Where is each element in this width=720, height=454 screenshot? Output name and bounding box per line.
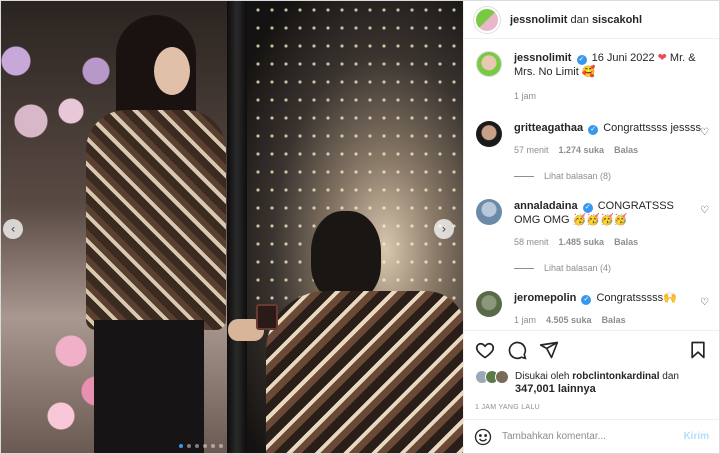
woman-skirt [94, 320, 204, 453]
comment-username[interactable]: annaladaina [514, 200, 578, 212]
avatar[interactable] [476, 291, 502, 317]
comment-text: Congrattssss jessss [603, 122, 702, 134]
comment-body: annaladaina ✓ CONGRATSSS OMG OMG 🥳🥳🥳🥳 58… [514, 199, 702, 249]
comment-item: annaladaina ✓ CONGRATSSS OMG OMG 🥳🥳🥳🥳 58… [476, 199, 709, 249]
carousel-dot [187, 444, 191, 448]
woman-figure [76, 15, 226, 453]
comment-likes[interactable]: 1.485 suka [559, 235, 605, 249]
caption-username[interactable]: jessnolimit [514, 52, 571, 64]
reply-button[interactable]: Balas [602, 313, 626, 327]
coauthor-username[interactable]: siscakohl [592, 14, 642, 26]
kneeling-man-figure [228, 211, 463, 453]
woman-batik-top [86, 110, 226, 330]
post-authors: jessnolimit dan siscakohl [510, 14, 642, 26]
comment-time: 58 menit [514, 237, 549, 247]
likes-text: Disukai oleh robclintonkardinal dan 347,… [515, 370, 679, 396]
avatar[interactable] [476, 199, 502, 225]
post-side-panel: jessnolimit dan siscakohl jessnolimit ✓ … [463, 1, 719, 453]
replies-divider [514, 267, 534, 269]
carousel-next-button[interactable]: › [434, 219, 454, 239]
view-replies[interactable]: Lihat balasan (4) [514, 263, 709, 273]
comment-body: gritteagathaa ✓ Congrattssss jessss 57 m… [514, 121, 702, 157]
comment-composer: Kirim [464, 419, 719, 453]
verified-icon: ✓ [588, 125, 599, 135]
likes-count[interactable]: 347,001 lainnya [515, 383, 596, 395]
comment-meta: 58 menit 1.485 suka Balas [514, 235, 702, 249]
caption-body: jessnolimit ✓ 16 Juni 2022 ❤ Mr. & Mrs. … [514, 51, 702, 103]
comment-text: Congratsssss🙌 [596, 292, 677, 304]
comment-meta: 1 jam 4.505 suka Balas [514, 313, 702, 327]
avatar[interactable] [476, 121, 502, 147]
man-batik-shirt [266, 291, 463, 453]
view-replies[interactable]: Lihat balasan (8) [514, 171, 709, 181]
comment-meta: 57 menit 1.274 suka Balas [514, 143, 702, 157]
emoji-icon[interactable] [474, 428, 492, 446]
collab-avatar[interactable] [474, 6, 500, 33]
post-photo[interactable]: ‹ › [1, 1, 463, 453]
post-comment-button[interactable]: Kirim [683, 431, 709, 442]
comments-list[interactable]: jessnolimit ✓ 16 Juni 2022 ❤ Mr. & Mrs. … [464, 39, 719, 330]
verified-icon: ✓ [582, 203, 593, 213]
comment-heart-icon[interactable]: ♡ [700, 127, 709, 138]
likes-summary: Disukai oleh robclintonkardinal dan 347,… [464, 368, 719, 396]
caption-meta: 1 jam [514, 89, 702, 103]
carousel-dot [203, 444, 207, 448]
comment-heart-icon[interactable]: ♡ [700, 297, 709, 308]
action-bar [464, 330, 719, 368]
post-timestamp: 1 JAM YANG LALU [475, 404, 540, 411]
window-frame [227, 1, 247, 453]
man-head [311, 211, 381, 301]
comment-time: 1 jam [514, 315, 537, 325]
post-header: jessnolimit dan siscakohl [464, 1, 719, 39]
caption-date: 16 Juni 2022 [591, 52, 655, 64]
instagram-post-window: ‹ › jessnolimit dan siscakohl jessnolimi… [0, 0, 720, 454]
replies-divider [514, 175, 534, 177]
comment-input[interactable] [502, 431, 684, 442]
carousel-dot [195, 444, 199, 448]
comment-item: jeromepolin ✓ Congratsssss🙌 1 jam 4.505 … [476, 291, 709, 327]
carousel-dot [219, 444, 223, 448]
likes-prefix: Disukai oleh [515, 371, 573, 382]
author-username[interactable]: jessnolimit [510, 14, 567, 26]
view-replies-label[interactable]: Lihat balasan (8) [544, 171, 611, 181]
caption-time: 1 jam [514, 91, 537, 101]
comment-item: gritteagathaa ✓ Congrattssss jessss 57 m… [476, 121, 709, 157]
reply-button[interactable]: Balas [614, 235, 638, 249]
comment-username[interactable]: gritteagathaa [514, 122, 583, 134]
woman-face [154, 47, 190, 95]
liker-avatar[interactable] [495, 370, 509, 384]
verified-icon: ✓ [581, 295, 592, 305]
view-replies-label[interactable]: Lihat balasan (4) [544, 263, 611, 273]
likes-mid: dan [659, 371, 679, 382]
carousel-dots [179, 444, 223, 448]
liker-username[interactable]: robclintonkardinal [572, 371, 659, 382]
red-heart-emoji-icon: ❤ [657, 52, 667, 64]
reply-button[interactable]: Balas [614, 143, 638, 157]
comment-heart-icon[interactable]: ♡ [700, 205, 709, 216]
carousel-dot-active [179, 444, 183, 448]
comment-icon[interactable] [507, 340, 527, 360]
ring-box [256, 304, 278, 330]
heart-icon[interactable] [475, 340, 495, 360]
comment-body: jeromepolin ✓ Congratsssss🙌 1 jam 4.505 … [514, 291, 702, 327]
carousel-dot [211, 444, 215, 448]
bookmark-icon[interactable] [688, 340, 708, 360]
comment-likes[interactable]: 4.505 suka [546, 313, 592, 327]
caption: jessnolimit ✓ 16 Juni 2022 ❤ Mr. & Mrs. … [476, 51, 709, 103]
authors-conjunction: dan [567, 13, 592, 26]
carousel-prev-button[interactable]: ‹ [3, 219, 23, 239]
avatar[interactable] [476, 51, 502, 77]
caption-emoji: 🥰 [581, 66, 596, 78]
comment-time: 57 menit [514, 145, 549, 155]
verified-icon: ✓ [576, 55, 587, 65]
comment-likes[interactable]: 1.274 suka [559, 143, 605, 157]
comment-username[interactable]: jeromepolin [514, 292, 576, 304]
share-icon[interactable] [539, 340, 559, 360]
